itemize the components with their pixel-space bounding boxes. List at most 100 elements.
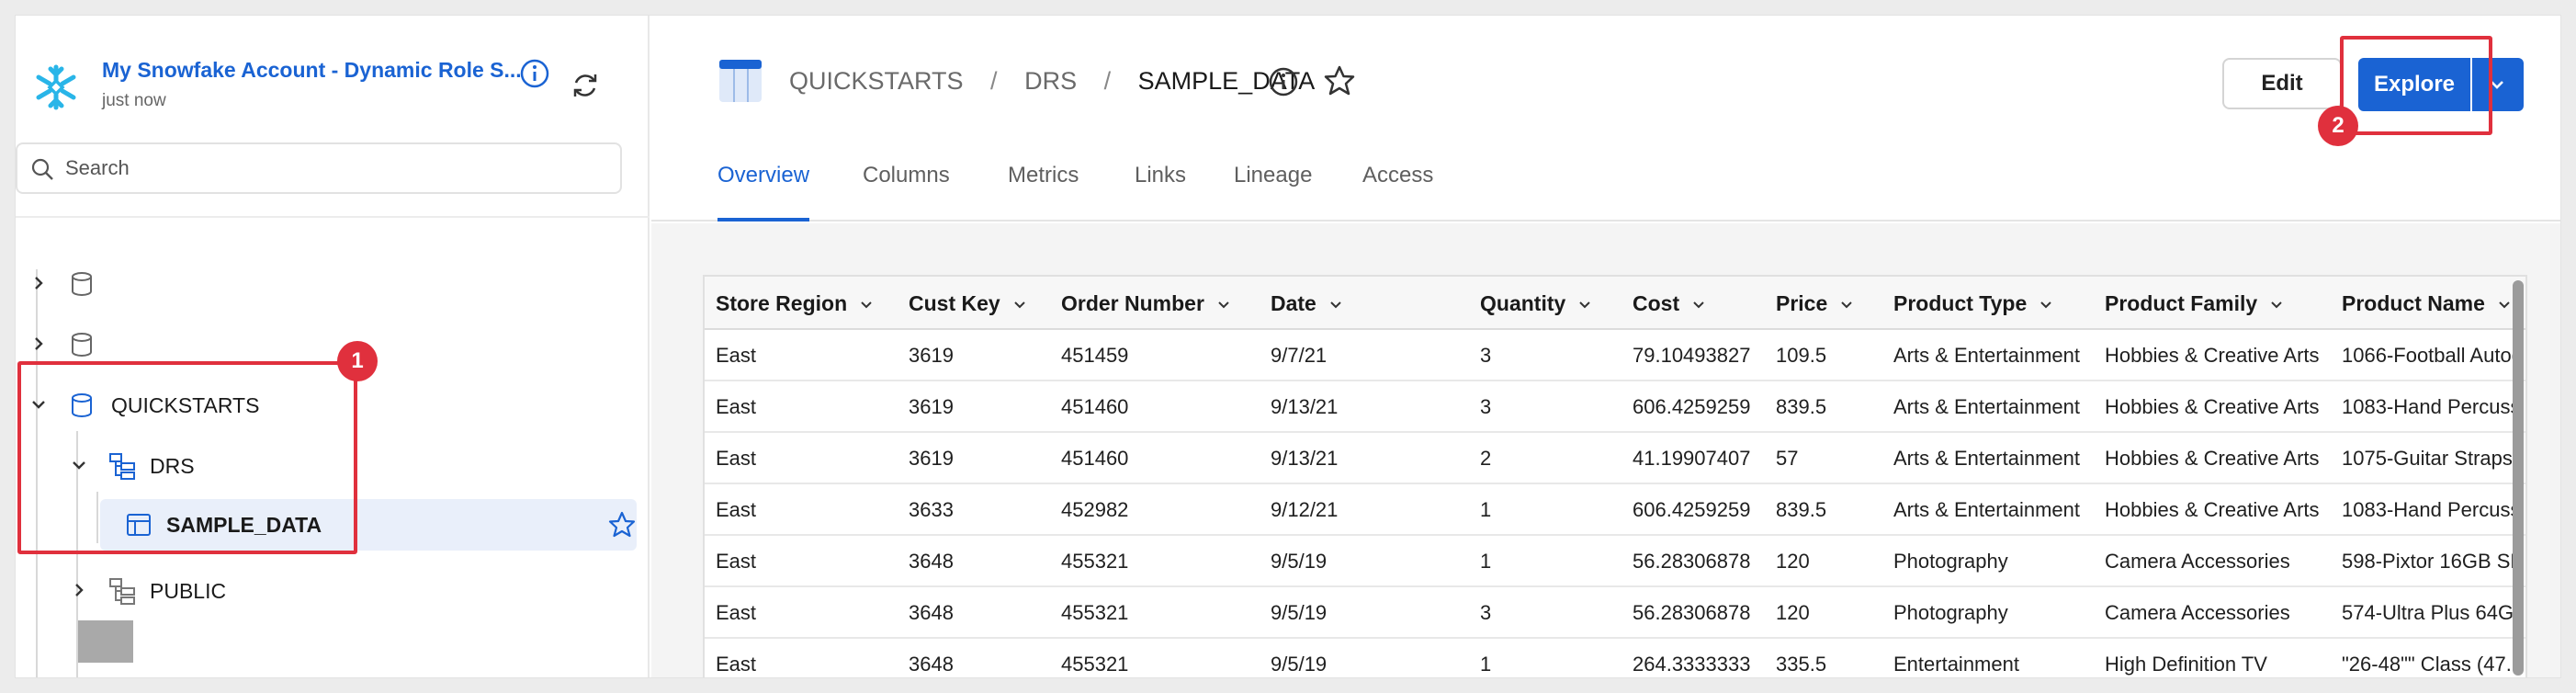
column-header[interactable]: Date	[1271, 277, 1344, 328]
chevron-right-icon[interactable]	[28, 334, 49, 354]
search-input[interactable]	[65, 150, 607, 187]
snowflake-logo-icon	[36, 64, 76, 110]
chevron-down-icon[interactable]	[1690, 300, 1707, 311]
vertical-scrollbar[interactable]	[2513, 280, 2524, 676]
breadcrumb-separator: /	[990, 67, 998, 95]
table-header-row: Store Region Cust Key Order Number Date …	[705, 277, 2525, 330]
table-cell: 3619	[909, 447, 954, 470]
info-icon[interactable]	[519, 58, 550, 89]
table-row[interactable]: East 3648 455321 9/5/19 3 56.28306878 120 Photo…	[705, 587, 2525, 639]
table-cell: 264.3333333	[1633, 653, 1751, 676]
chevron-down-icon[interactable]	[858, 300, 875, 311]
table-row[interactable]: East 3619 451460 9/13/21 2 41.19907407 57 Arts …	[705, 433, 2525, 484]
tree-item-public[interactable]: PUBLIC	[16, 565, 622, 617]
table-cell: Entertainment	[1893, 653, 2019, 676]
schema-icon	[109, 578, 135, 605]
table-row[interactable]: East 3619 451459 9/7/21 3 79.10493827 109.5 Art…	[705, 330, 2525, 381]
tree-item-label: PUBLIC	[150, 579, 227, 603]
column-header[interactable]: Store Region	[716, 277, 875, 328]
table-cell: Arts & Entertainment	[1893, 498, 2080, 521]
table-cell: 335.5	[1776, 653, 1827, 676]
account-name[interactable]: My Snowfake Account - Dynamic Role S...	[102, 58, 525, 83]
table-cell: Hobbies & Creative Arts	[2105, 498, 2320, 521]
table-cell: 2	[1480, 447, 1492, 470]
app-window: My Snowfake Account - Dynamic Role S... …	[15, 15, 2561, 678]
database-icon	[72, 333, 92, 357]
table-cell: 9/7/21	[1271, 344, 1328, 367]
search-box[interactable]	[16, 142, 622, 194]
column-header[interactable]: Cust Key	[909, 277, 1028, 328]
table-cell: 120	[1776, 601, 1810, 624]
chevron-down-icon[interactable]	[2038, 300, 2054, 311]
table-cell: 9/13/21	[1271, 395, 1339, 418]
column-header-label: Date	[1271, 291, 1316, 315]
breadcrumb-item[interactable]: QUICKSTARTS	[789, 67, 964, 96]
column-header[interactable]: Order Number	[1061, 277, 1232, 328]
column-header-label: Product Family	[2105, 291, 2258, 315]
tab-links[interactable]: Links	[1135, 163, 1186, 222]
chevron-right-icon[interactable]	[28, 273, 49, 293]
column-header[interactable]: Quantity	[1480, 277, 1593, 328]
info-icon[interactable]	[1267, 65, 1300, 98]
chevron-down-icon[interactable]	[1215, 300, 1232, 311]
table-cell: 1066-Football Autog	[2342, 344, 2522, 367]
breadcrumb-item[interactable]: DRS	[1024, 67, 1077, 96]
table-cell: 1083-Hand Percuss	[2342, 498, 2521, 521]
table-cell: East	[716, 344, 757, 367]
chevron-down-icon[interactable]	[1576, 300, 1593, 311]
column-header[interactable]: Cost	[1633, 277, 1707, 328]
table-cell: Photography	[1893, 550, 2008, 573]
column-header[interactable]: Product Name	[2342, 277, 2522, 328]
refresh-icon[interactable]	[569, 69, 602, 102]
tree-item-database[interactable]	[16, 258, 622, 310]
tab-metrics[interactable]: Metrics	[1008, 163, 1079, 222]
table-cell: 3	[1480, 395, 1492, 418]
data-grid: Store Region Cust Key Order Number Date …	[703, 275, 2527, 677]
chevron-down-icon[interactable]	[2496, 300, 2513, 311]
tab-access[interactable]: Access	[1362, 163, 1433, 222]
table-cell: 606.4259259	[1633, 498, 1751, 521]
table-cell: 9/5/19	[1271, 653, 1328, 676]
table-cell: Hobbies & Creative Arts	[2105, 395, 2320, 418]
table-cell: 839.5	[1776, 395, 1827, 418]
edit-button[interactable]: Edit	[2222, 58, 2342, 109]
column-header[interactable]: Price	[1776, 277, 1855, 328]
table-row[interactable]: East 3648 455321 9/5/19 1 264.3333333 335.5 Ent…	[705, 639, 2525, 677]
table-row[interactable]: East 3648 455321 9/5/19 1 56.28306878 120 Photo…	[705, 536, 2525, 587]
table-cell: 109.5	[1776, 344, 1827, 367]
database-icon	[72, 272, 92, 296]
column-header[interactable]: Product Family	[2105, 277, 2285, 328]
tab-lineage[interactable]: Lineage	[1234, 163, 1312, 222]
table-row[interactable]: East 3619 451460 9/13/21 3 606.4259259 839.5 Ar…	[705, 381, 2525, 433]
column-header-label: Product Name	[2342, 291, 2485, 315]
table-cell: 574-Ultra Plus 64GB	[2342, 601, 2522, 624]
column-header[interactable]: Product Type	[1893, 277, 2054, 328]
tab-columns[interactable]: Columns	[863, 163, 950, 222]
table-cell: Arts & Entertainment	[1893, 344, 2080, 367]
table-cell: 57	[1776, 447, 1799, 470]
column-header-label: Quantity	[1480, 291, 1566, 315]
tab-overview[interactable]: Overview	[717, 163, 810, 222]
table-cell: East	[716, 653, 757, 676]
table-cell: Arts & Entertainment	[1893, 447, 2080, 470]
chevron-down-icon[interactable]	[1328, 300, 1344, 311]
table-cell: East	[716, 395, 757, 418]
star-icon[interactable]	[1322, 63, 1357, 98]
table-cell: 1	[1480, 498, 1492, 521]
search-icon	[31, 158, 53, 180]
table-cell: 452982	[1061, 498, 1129, 521]
page-header: QUICKSTARTS / DRS / SAMPLE_DATA Edit Exp…	[651, 16, 2560, 222]
table-cell: 606.4259259	[1633, 395, 1751, 418]
table-cell: 455321	[1061, 550, 1129, 573]
chevron-down-icon[interactable]	[2268, 300, 2285, 311]
table-cell: 1	[1480, 653, 1492, 676]
table-row[interactable]: East 3633 452982 9/12/21 1 606.4259259 839.5 Ar…	[705, 484, 2525, 536]
chevron-down-icon[interactable]	[1838, 300, 1855, 311]
table-cell: Hobbies & Creative Arts	[2105, 447, 2320, 470]
star-icon[interactable]	[607, 510, 637, 540]
chevron-right-icon[interactable]	[69, 580, 89, 600]
sidebar: My Snowfake Account - Dynamic Role S... …	[16, 16, 671, 677]
table-cell: 3	[1480, 344, 1492, 367]
chevron-down-icon[interactable]	[1011, 300, 1028, 311]
table-cell: East	[716, 447, 757, 470]
